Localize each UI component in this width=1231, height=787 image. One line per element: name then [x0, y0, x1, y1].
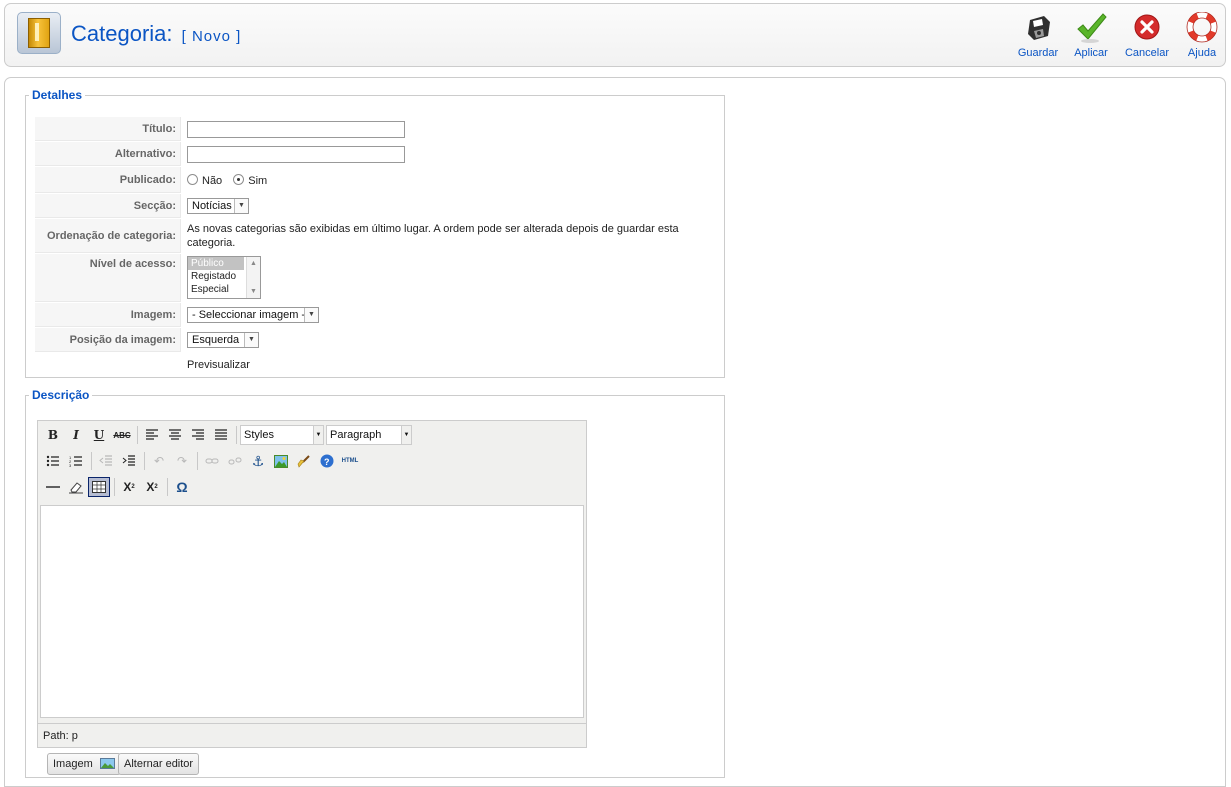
format-select-value: Paragraph — [330, 429, 382, 441]
styles-select-value: Styles — [244, 429, 274, 441]
superscript-icon[interactable]: X2 — [141, 477, 163, 497]
special-character-omega-icon[interactable]: Ω — [171, 477, 193, 497]
description-fieldset: Descrição B I U ABC Styles ▼ Paragraph ▼… — [25, 388, 725, 778]
editor-toolbar-row-1: B I U ABC Styles ▼ Paragraph ▼ — [42, 424, 414, 446]
cleanup-broom-icon[interactable] — [293, 451, 315, 471]
strikethrough-icon[interactable]: ABC — [111, 425, 133, 445]
toggle-editor-button-label: Alternar editor — [124, 758, 194, 770]
image-select[interactable]: - Seleccionar imagem - ▼ — [187, 307, 319, 323]
styles-select[interactable]: Styles ▼ — [240, 425, 324, 445]
scroll-down-icon[interactable]: ▼ — [247, 285, 260, 298]
horizontal-rule-icon[interactable] — [42, 477, 64, 497]
undo-icon[interactable]: ↶ — [148, 451, 170, 471]
details-legend: Detalhes — [32, 88, 83, 102]
format-select[interactable]: Paragraph ▼ — [326, 425, 412, 445]
anchor-icon[interactable]: ⚓ — [247, 451, 269, 471]
alias-label: Alternativo: — [35, 142, 181, 166]
visual-aid-table-icon[interactable] — [88, 477, 110, 497]
rich-text-editor: B I U ABC Styles ▼ Paragraph ▼ 1 2 3 ↶ ↷… — [37, 420, 587, 748]
main-panel: Detalhes Título: Alternativo: Publicado:… — [4, 77, 1226, 787]
chevron-down-icon: ▼ — [304, 308, 318, 322]
editor-toolbar-row-3: X2 X2 Ω — [42, 476, 194, 498]
published-no-label: Não — [202, 174, 223, 187]
cancel-icon — [1134, 14, 1160, 40]
details-table: Título: Alternativo: Publicado: Não Sim … — [34, 116, 703, 378]
chevron-down-icon: ▼ — [313, 426, 323, 444]
chevron-down-icon: ▼ — [244, 333, 258, 347]
floppy-disk-icon — [1028, 16, 1050, 40]
help-button-label: Ajuda — [1187, 47, 1217, 59]
page-header: Categoria: [ Novo ] Guardar Aplicar Canc… — [4, 3, 1226, 67]
apply-button-label: Aplicar — [1074, 47, 1108, 59]
subscript-icon[interactable]: X2 — [118, 477, 140, 497]
editor-path-bar: Path: p — [38, 723, 586, 747]
underline-icon[interactable]: U — [88, 425, 110, 445]
unlink-icon[interactable] — [224, 451, 246, 471]
image-select-value: - Seleccionar imagem - — [192, 309, 306, 321]
save-button-label: Guardar — [1017, 47, 1059, 59]
align-left-icon[interactable] — [141, 425, 163, 445]
help-icon[interactable]: ? — [316, 451, 338, 471]
published-no-radio[interactable] — [187, 173, 198, 185]
lifebuoy-icon — [1186, 12, 1218, 43]
align-justify-icon[interactable] — [210, 425, 232, 445]
category-manager-icon — [17, 12, 61, 54]
section-select-value: Notícias — [192, 200, 232, 212]
published-yes-radio[interactable] — [233, 173, 245, 185]
preview-label: Previsualizar — [187, 359, 250, 371]
access-option-public[interactable]: Público — [188, 257, 244, 270]
svg-text:3: 3 — [69, 463, 72, 467]
description-legend: Descrição — [32, 388, 90, 402]
insert-image-button[interactable]: Imagem — [47, 753, 121, 775]
checkmark-icon — [1077, 13, 1107, 43]
redo-icon[interactable]: ↷ — [171, 451, 193, 471]
editor-toolbar-row-2: 123 ↶ ↷ ⚓ ? HTML — [42, 450, 362, 472]
page-title: Categoria: [ Novo ] — [71, 21, 241, 47]
chevron-down-icon: ▼ — [401, 426, 411, 444]
image-position-select[interactable]: Esquerda ▼ — [187, 332, 259, 348]
insert-image-icon[interactable] — [270, 451, 292, 471]
ordering-label: Ordenação de categoria: — [35, 219, 181, 253]
page-title-mode: [ Novo ] — [181, 28, 242, 45]
link-icon[interactable] — [201, 451, 223, 471]
section-label: Secção: — [35, 194, 181, 218]
ordering-text: As novas categorias são exibidas em últi… — [187, 223, 679, 249]
bold-icon[interactable]: B — [42, 425, 64, 445]
italic-icon[interactable]: I — [65, 425, 87, 445]
published-label: Publicado: — [35, 167, 181, 193]
apply-button[interactable]: Aplicar — [1071, 12, 1111, 62]
access-level-label: Nível de acesso: — [35, 254, 181, 302]
help-button[interactable]: Ajuda — [1182, 12, 1222, 62]
chevron-down-icon: ▼ — [234, 199, 248, 213]
outdent-icon[interactable] — [95, 451, 117, 471]
section-select[interactable]: Notícias ▼ — [187, 198, 249, 214]
save-button[interactable]: Guardar — [1016, 12, 1060, 62]
toggle-editor-button[interactable]: Alternar editor — [118, 753, 200, 775]
title-label: Título: — [35, 117, 181, 141]
listbox-scrollbar[interactable]: ▲ ▼ — [246, 257, 260, 298]
insert-image-button-label: Imagem — [53, 758, 93, 770]
access-level-listbox[interactable]: Público Registado Especial ▲ ▼ — [187, 256, 261, 299]
details-fieldset: Detalhes Título: Alternativo: Publicado:… — [25, 88, 725, 378]
page-title-text: Categoria: — [71, 21, 173, 46]
cancel-button-label: Cancelar — [1124, 47, 1170, 59]
align-right-icon[interactable] — [187, 425, 209, 445]
align-center-icon[interactable] — [164, 425, 186, 445]
scroll-up-icon[interactable]: ▲ — [247, 257, 260, 270]
image-position-select-value: Esquerda — [192, 334, 240, 346]
indent-icon[interactable] — [118, 451, 140, 471]
image-icon — [99, 758, 115, 769]
remove-format-eraser-icon[interactable] — [65, 477, 87, 497]
title-input[interactable] — [187, 120, 405, 138]
html-source-icon[interactable]: HTML — [339, 451, 361, 471]
published-yes-label: Sim — [248, 174, 268, 187]
bullet-list-icon[interactable] — [42, 451, 64, 471]
numbered-list-icon[interactable]: 123 — [65, 451, 87, 471]
alias-input[interactable] — [187, 145, 405, 163]
svg-text:?: ? — [324, 457, 330, 467]
cancel-button[interactable]: Cancelar — [1123, 12, 1171, 62]
image-label: Imagem: — [35, 303, 181, 327]
image-position-label: Posição da imagem: — [35, 328, 181, 352]
editor-content-area[interactable] — [40, 505, 584, 718]
